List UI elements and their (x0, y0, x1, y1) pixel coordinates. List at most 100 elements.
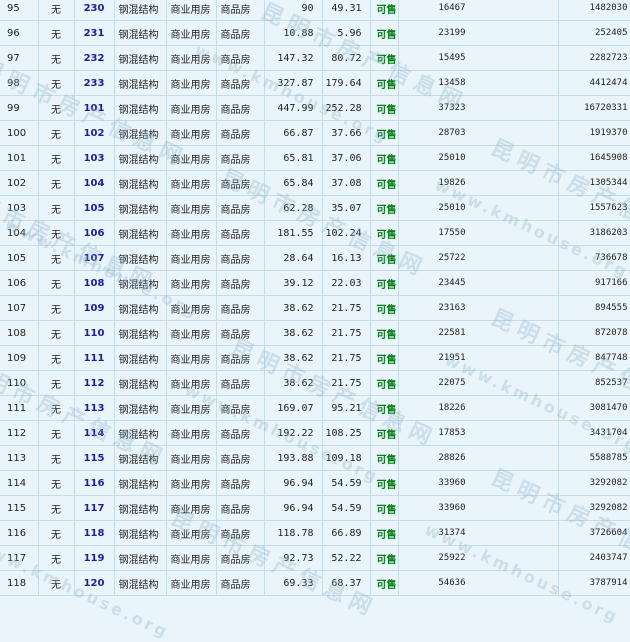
floor-area: 66.87 (264, 120, 323, 146)
none-marker: 无 (38, 245, 75, 271)
table-row: 101 无 103 钢混结构 商业用房 商品房 65.81 37.06 可售 25010 16459… (0, 145, 630, 171)
room-number: 107 (74, 245, 115, 271)
floor-area: 38.62 (264, 370, 323, 396)
total-price: 2403747 (558, 545, 630, 571)
unit-price: 16467 (398, 0, 559, 21)
property-kind: 商品房 (216, 295, 265, 321)
floor-area: 65.84 (264, 170, 323, 196)
table-row: 95 无 230 钢混结构 商业用房 商品房 90 49.31 可售 16467 1482030 (0, 0, 630, 21)
row-number: 108 (0, 320, 39, 346)
sale-status: 可售 (370, 395, 399, 421)
table-row: 109 无 111 钢混结构 商业用房 商品房 38.62 21.75 可售 21951 84774… (0, 345, 630, 371)
total-price: 3081470 (558, 395, 630, 421)
sale-status: 可售 (370, 220, 399, 246)
structure-type: 钢混结构 (114, 95, 167, 121)
inner-area: 179.64 (322, 70, 371, 96)
total-price: 1482030 (558, 0, 630, 21)
row-number: 116 (0, 520, 39, 546)
inner-area: 68.37 (322, 570, 371, 596)
property-kind: 商品房 (216, 0, 265, 21)
row-number: 112 (0, 420, 39, 446)
row-number: 107 (0, 295, 39, 321)
usage-type: 商业用房 (166, 95, 217, 121)
inner-area: 16.13 (322, 245, 371, 271)
floor-area: 28.64 (264, 245, 323, 271)
usage-type: 商业用房 (166, 320, 217, 346)
floor-area: 193.88 (264, 445, 323, 471)
total-price: 894555 (558, 295, 630, 321)
property-kind: 商品房 (216, 470, 265, 496)
structure-type: 钢混结构 (114, 120, 167, 146)
inner-area: 80.72 (322, 45, 371, 71)
unit-price: 23445 (398, 270, 559, 296)
room-number: 119 (74, 545, 115, 571)
usage-type: 商业用房 (166, 270, 217, 296)
unit-price: 19826 (398, 170, 559, 196)
usage-type: 商业用房 (166, 395, 217, 421)
table-row: 111 无 113 钢混结构 商业用房 商品房 169.07 95.21 可售 18226 3081… (0, 395, 630, 421)
none-marker: 无 (38, 520, 75, 546)
floor-area: 62.28 (264, 195, 323, 221)
none-marker: 无 (38, 395, 75, 421)
table-row: 103 无 105 钢混结构 商业用房 商品房 62.28 35.07 可售 25010 15576… (0, 195, 630, 221)
structure-type: 钢混结构 (114, 345, 167, 371)
table-row: 106 无 108 钢混结构 商业用房 商品房 39.12 22.03 可售 23445 91716… (0, 270, 630, 296)
property-kind: 商品房 (216, 420, 265, 446)
sale-status: 可售 (370, 70, 399, 96)
unit-price: 23163 (398, 295, 559, 321)
unit-price: 22581 (398, 320, 559, 346)
sale-status: 可售 (370, 320, 399, 346)
none-marker: 无 (38, 445, 75, 471)
structure-type: 钢混结构 (114, 520, 167, 546)
sale-status: 可售 (370, 95, 399, 121)
floor-area: 10.88 (264, 20, 323, 46)
inner-area: 21.75 (322, 370, 371, 396)
row-number: 109 (0, 345, 39, 371)
total-price: 1645908 (558, 145, 630, 171)
usage-type: 商业用房 (166, 570, 217, 596)
floor-area: 447.99 (264, 95, 323, 121)
usage-type: 商业用房 (166, 20, 217, 46)
structure-type: 钢混结构 (114, 295, 167, 321)
room-number: 230 (74, 0, 115, 21)
structure-type: 钢混结构 (114, 495, 167, 521)
room-number: 114 (74, 420, 115, 446)
total-price: 1557623 (558, 195, 630, 221)
structure-type: 钢混结构 (114, 470, 167, 496)
floor-area: 96.94 (264, 495, 323, 521)
inner-area: 54.59 (322, 495, 371, 521)
sale-status: 可售 (370, 445, 399, 471)
table-row: 118 无 120 钢混结构 商业用房 商品房 69.33 68.37 可售 54636 37879… (0, 570, 630, 596)
usage-type: 商业用房 (166, 195, 217, 221)
unit-price: 21951 (398, 345, 559, 371)
row-number: 100 (0, 120, 39, 146)
row-number: 111 (0, 395, 39, 421)
floor-area: 96.94 (264, 470, 323, 496)
sale-status: 可售 (370, 545, 399, 571)
structure-type: 钢混结构 (114, 545, 167, 571)
property-kind: 商品房 (216, 270, 265, 296)
sale-status: 可售 (370, 0, 399, 21)
inner-area: 35.07 (322, 195, 371, 221)
inner-area: 37.06 (322, 145, 371, 171)
structure-type: 钢混结构 (114, 445, 167, 471)
property-kind: 商品房 (216, 495, 265, 521)
usage-type: 商业用房 (166, 170, 217, 196)
none-marker: 无 (38, 470, 75, 496)
table-row: 102 无 104 钢混结构 商业用房 商品房 65.84 37.08 可售 19826 13053… (0, 170, 630, 196)
unit-price: 54636 (398, 570, 559, 596)
unit-price: 18226 (398, 395, 559, 421)
none-marker: 无 (38, 0, 75, 21)
structure-type: 钢混结构 (114, 145, 167, 171)
inner-area: 95.21 (322, 395, 371, 421)
inner-area: 37.66 (322, 120, 371, 146)
total-price: 1919370 (558, 120, 630, 146)
total-price: 3292082 (558, 495, 630, 521)
property-kind: 商品房 (216, 320, 265, 346)
property-kind: 商品房 (216, 520, 265, 546)
property-kind: 商品房 (216, 445, 265, 471)
usage-type: 商业用房 (166, 520, 217, 546)
unit-price: 17853 (398, 420, 559, 446)
sale-status: 可售 (370, 295, 399, 321)
row-number: 97 (0, 45, 39, 71)
